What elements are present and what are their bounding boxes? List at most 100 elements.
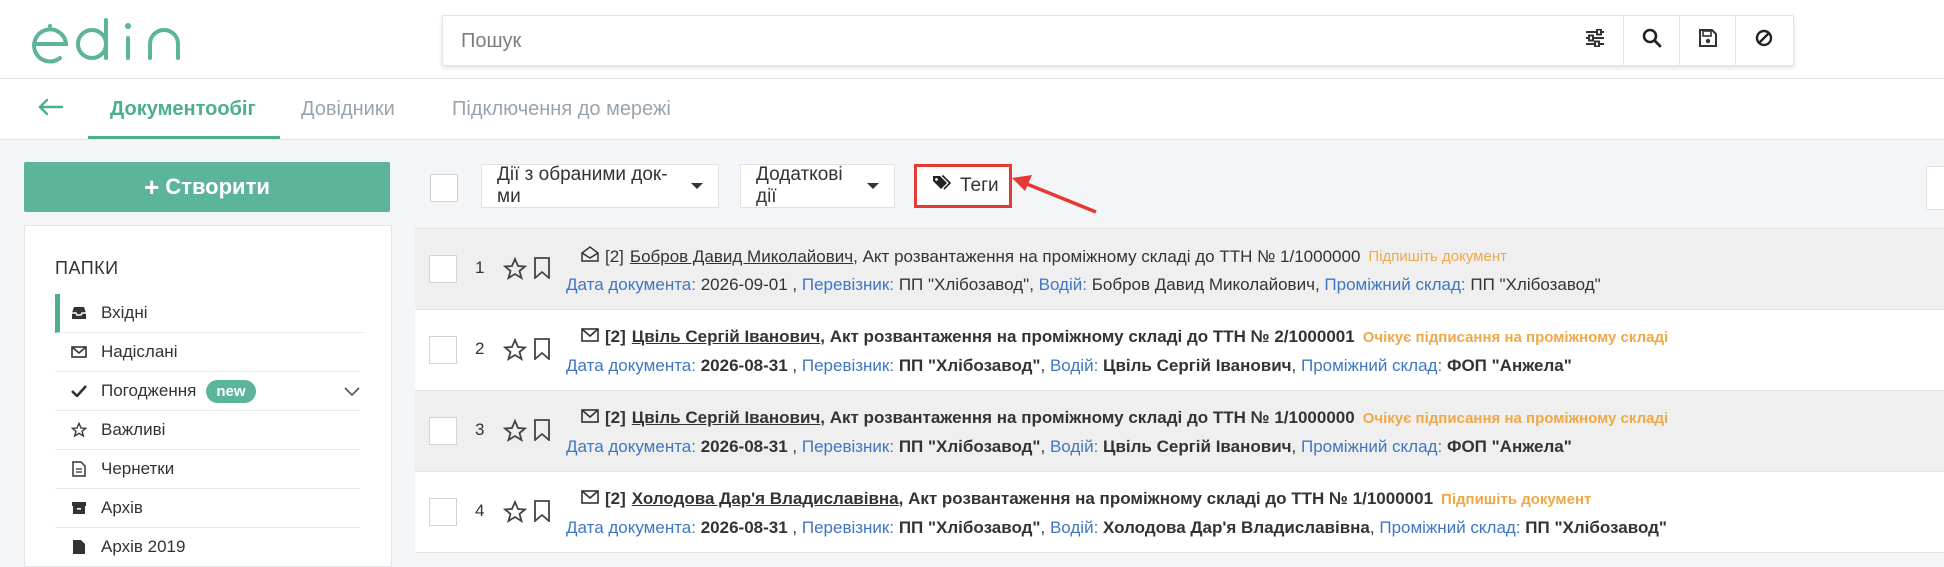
plus-icon: + xyxy=(144,172,160,202)
bookmark-icon[interactable] xyxy=(533,257,551,284)
folder-archive-2019[interactable]: Архів 2019 xyxy=(55,528,360,566)
folder-inbox[interactable]: Вхідні xyxy=(55,294,365,333)
folder-archive[interactable]: Архів xyxy=(55,489,360,528)
chevron-down-icon[interactable] xyxy=(344,382,360,402)
row-checkbox[interactable] xyxy=(429,255,457,283)
sender-link[interactable]: Цвіль Сергій Іванович xyxy=(632,408,821,427)
select-all-checkbox[interactable] xyxy=(430,174,458,202)
tags-icon xyxy=(932,175,952,197)
document-title[interactable]: , Акт розвантаження на проміжному складі… xyxy=(820,327,1354,346)
driver-label: Водій: xyxy=(1049,437,1099,456)
search-icon xyxy=(1642,28,1662,53)
star-icon[interactable] xyxy=(502,418,528,448)
bookmark-icon[interactable] xyxy=(533,338,551,365)
search-input[interactable] xyxy=(459,26,1563,56)
document-row[interactable]: 3 [2] Цвіль Сергій Іванович, Акт розвант… xyxy=(415,391,1944,472)
carrier-label: Перевізник: xyxy=(801,356,895,375)
carrier-label: Перевізник: xyxy=(801,275,895,294)
status-badge: Очікує підписання на проміжному складі xyxy=(1362,409,1669,427)
document-title[interactable]: , Акт розвантаження на проміжному складі… xyxy=(853,247,1360,266)
driver-label: Водій: xyxy=(1049,518,1099,537)
document-icon xyxy=(71,539,87,555)
envelope-icon xyxy=(71,346,87,358)
tab-document-flow[interactable]: Документообіг xyxy=(88,79,280,139)
create-button-label: Створити xyxy=(165,174,270,199)
folder-label: Архів xyxy=(101,498,143,517)
top-bar xyxy=(0,0,1944,79)
save-search-button[interactable] xyxy=(1679,16,1736,65)
tab-directories[interactable]: Довідники xyxy=(301,79,395,139)
red-arrow-annotation xyxy=(1010,172,1100,221)
edin-logo[interactable] xyxy=(26,14,204,71)
document-row[interactable]: 4 [2] Холодова Дар'я Владиславівна, Акт … xyxy=(415,472,1944,553)
date-label: Дата документа: xyxy=(566,275,696,294)
folder-label: Важливі xyxy=(101,420,166,439)
warehouse-value: ПП "Хлібозавод" xyxy=(1470,275,1601,294)
document-title[interactable]: , Акт розвантаження на проміжному складі… xyxy=(899,489,1433,508)
nav-bar: Документообіг Довідники Підключення до м… xyxy=(0,79,1944,140)
star-icon[interactable] xyxy=(502,499,528,529)
star-icon xyxy=(71,422,87,438)
sender-link[interactable]: Цвіль Сергій Іванович xyxy=(632,327,821,346)
row-checkbox[interactable] xyxy=(429,417,457,445)
carrier-value: ПП "Хлібозавод" xyxy=(898,356,1041,375)
driver-label: Водій: xyxy=(1049,356,1099,375)
sender-link[interactable]: Холодова Дар'я Владиславівна xyxy=(632,489,899,508)
status-badge: Очікує підписання на проміжному складі xyxy=(1362,328,1669,346)
tab-network-connection[interactable]: Підключення до мережі xyxy=(452,79,671,139)
folder-approval[interactable]: Погодження new xyxy=(55,372,360,411)
search-box xyxy=(442,15,1794,66)
carrier-label: Перевізник: xyxy=(801,437,895,456)
star-icon[interactable] xyxy=(502,337,528,367)
tags-button[interactable]: Теги xyxy=(914,164,1012,208)
filter-settings-button[interactable] xyxy=(1567,16,1623,65)
back-button[interactable] xyxy=(38,97,64,122)
check-icon xyxy=(71,385,87,397)
star-icon[interactable] xyxy=(502,256,528,286)
row-checkbox[interactable] xyxy=(429,498,457,526)
warehouse-value: ФОП "Анжела" xyxy=(1446,437,1572,456)
folder-drafts[interactable]: Чернетки xyxy=(55,450,360,489)
document-details: Дата документа: 2026-08-31 , Перевізник:… xyxy=(566,356,1572,375)
bookmark-icon[interactable] xyxy=(533,419,551,446)
status-badge: Підпишіть документ xyxy=(1441,490,1592,508)
row-number: 4 xyxy=(475,501,485,520)
folder-important[interactable]: Важливі xyxy=(55,411,360,450)
folders-title: ПАПКИ xyxy=(55,258,119,278)
warehouse-value: ФОП "Анжела" xyxy=(1446,356,1572,375)
more-options-button[interactable] xyxy=(1926,166,1944,210)
carrier-value: ПП "Хлібозавод" xyxy=(898,437,1041,456)
sliders-icon xyxy=(1585,28,1605,52)
row-number: 1 xyxy=(475,258,485,277)
driver-value: Цвіль Сергій Іванович xyxy=(1103,356,1292,375)
document-title[interactable]: , Акт розвантаження на проміжному складі… xyxy=(820,408,1354,427)
folder-sent[interactable]: Надіслані xyxy=(55,333,360,372)
row-number: 3 xyxy=(475,420,485,439)
bookmark-icon[interactable] xyxy=(533,500,551,527)
create-button[interactable]: + Створити xyxy=(24,162,390,212)
sender-link[interactable]: Бобров Давид Миколайович xyxy=(630,247,853,266)
document-row[interactable]: 2 [2] Цвіль Сергій Іванович, Акт розвант… xyxy=(415,310,1944,391)
extra-actions-dropdown[interactable]: Додаткові дії xyxy=(740,164,895,208)
driver-value: Холодова Дар'я Владиславівна xyxy=(1103,518,1370,537)
clear-search-button[interactable] xyxy=(1735,16,1792,65)
folder-label: Чернетки xyxy=(101,459,175,478)
selected-docs-actions-dropdown[interactable]: Дії з обраними док-ми xyxy=(481,164,719,208)
folder-label: Архів 2019 xyxy=(101,537,186,556)
carrier-label: Перевізник: xyxy=(801,518,895,537)
dropdown-label: Дії з обраними док-ми xyxy=(497,164,668,207)
row-checkbox[interactable] xyxy=(429,336,457,364)
folder-label: Вхідні xyxy=(101,303,148,322)
search-button[interactable] xyxy=(1623,16,1680,65)
carrier-value: ПП "Хлібозавод" xyxy=(898,518,1041,537)
document-details: Дата документа: 2026-08-31 , Перевізник:… xyxy=(566,437,1572,456)
new-badge: new xyxy=(206,379,256,403)
folder-label: Надіслані xyxy=(101,342,178,361)
document-row[interactable]: 1 [2] Бобров Давид Миколайович, Акт розв… xyxy=(415,229,1944,310)
tags-label: Теги xyxy=(960,175,999,196)
document-title-line: [2] Холодова Дар'я Владиславівна, Акт ро… xyxy=(581,489,1591,509)
warehouse-label: Проміжний склад: xyxy=(1300,356,1443,375)
inbox-icon xyxy=(71,306,87,320)
document-list: 1 [2] Бобров Давид Миколайович, Акт розв… xyxy=(415,228,1944,559)
date-label: Дата документа: xyxy=(566,437,696,456)
